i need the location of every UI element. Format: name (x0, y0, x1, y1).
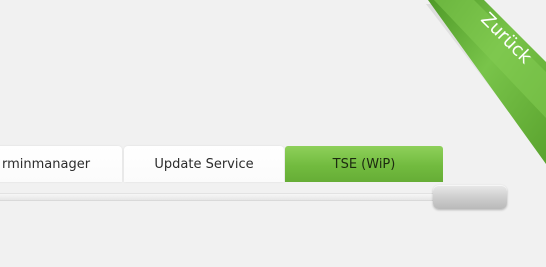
corner-ribbon-graphic: Zurück (426, 0, 546, 164)
tab-tse[interactable]: TSE (WiP) (285, 146, 443, 182)
tab-terminmanager[interactable]: rminmanager (0, 146, 122, 182)
tab-bar: rminmanager Update Service TSE (WiP) (0, 146, 470, 182)
horizontal-scrollbar-track[interactable] (0, 193, 476, 201)
tab-label: rminmanager (2, 156, 91, 172)
back-corner-button[interactable]: Zurück (426, 0, 546, 170)
tab-label: Update Service (154, 156, 254, 172)
tab-label: TSE (WiP) (332, 156, 396, 172)
horizontal-scrollbar-thumb[interactable] (433, 185, 507, 209)
page: rminmanager Update Service TSE (WiP) Zur… (0, 0, 546, 267)
tab-update-service[interactable]: Update Service (124, 146, 284, 182)
